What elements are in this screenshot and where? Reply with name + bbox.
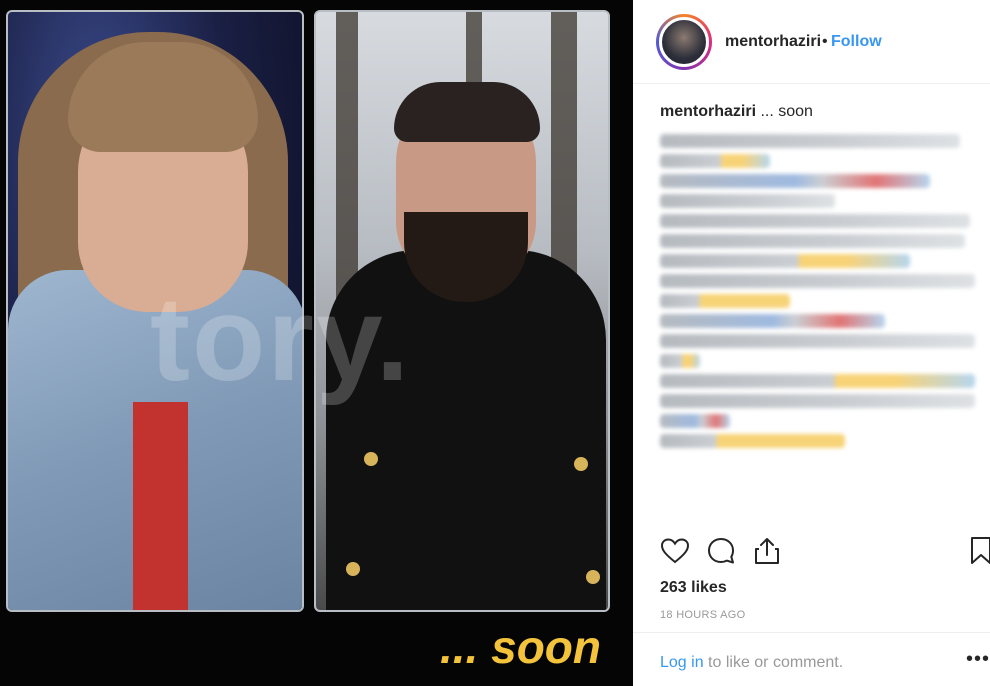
post-header: mentorhaziri • Follow (633, 0, 990, 84)
coat-button (586, 570, 600, 584)
blurred-comment (660, 234, 965, 248)
blurred-comment (660, 334, 975, 348)
hair-shape (394, 82, 540, 142)
shirt-shape (133, 402, 188, 610)
blurred-comment (660, 374, 975, 388)
soon-overlay-text: ... soon (440, 621, 601, 673)
profile-avatar[interactable] (659, 17, 709, 67)
divider (633, 632, 990, 633)
coat-button (364, 452, 378, 466)
coat-button (574, 457, 588, 471)
share-icon[interactable] (752, 536, 782, 566)
action-bar (660, 536, 990, 570)
blurred-comment (660, 134, 960, 148)
blurred-comment (660, 194, 835, 208)
blurred-comment (660, 254, 910, 268)
caption-text: ... soon (760, 103, 813, 120)
comments-list-blurred (660, 128, 980, 453)
watermark: tory. (150, 272, 412, 406)
blurred-comment (660, 354, 700, 368)
blurred-comment (660, 394, 975, 408)
heart-icon[interactable] (660, 536, 690, 566)
blurred-comment (660, 214, 970, 228)
post-media[interactable]: tory. ... soon (0, 0, 633, 686)
blurred-comment (660, 274, 975, 288)
header-username[interactable]: mentorhaziri (725, 33, 821, 51)
blurred-comment (660, 314, 885, 328)
header-separator: • (822, 33, 828, 50)
post-sidebar: mentorhaziri • Follow mentorhaziri ... s… (633, 0, 990, 686)
login-prompt: Log in to like or comment. (660, 654, 843, 672)
post-timestamp[interactable]: 18 HOURS AGO (660, 609, 746, 621)
blurred-comment (660, 174, 930, 188)
post-caption: mentorhaziri ... soon (660, 103, 813, 121)
follow-button[interactable]: Follow (831, 33, 882, 51)
coat-button (346, 562, 360, 576)
more-options-icon[interactable]: ••• (966, 648, 990, 671)
bookmark-icon[interactable] (970, 536, 990, 566)
comment-icon[interactable] (706, 536, 736, 566)
likes-count[interactable]: 263 likes (660, 579, 727, 597)
blurred-comment (660, 414, 730, 428)
login-link[interactable]: Log in (660, 654, 704, 671)
login-prompt-text: to like or comment. (703, 654, 844, 671)
story-ring[interactable] (656, 14, 712, 70)
blurred-comment (660, 294, 790, 308)
blurred-comment (660, 154, 770, 168)
bangs-shape (68, 42, 258, 152)
blurred-comment (660, 434, 845, 448)
caption-username[interactable]: mentorhaziri (660, 103, 756, 120)
